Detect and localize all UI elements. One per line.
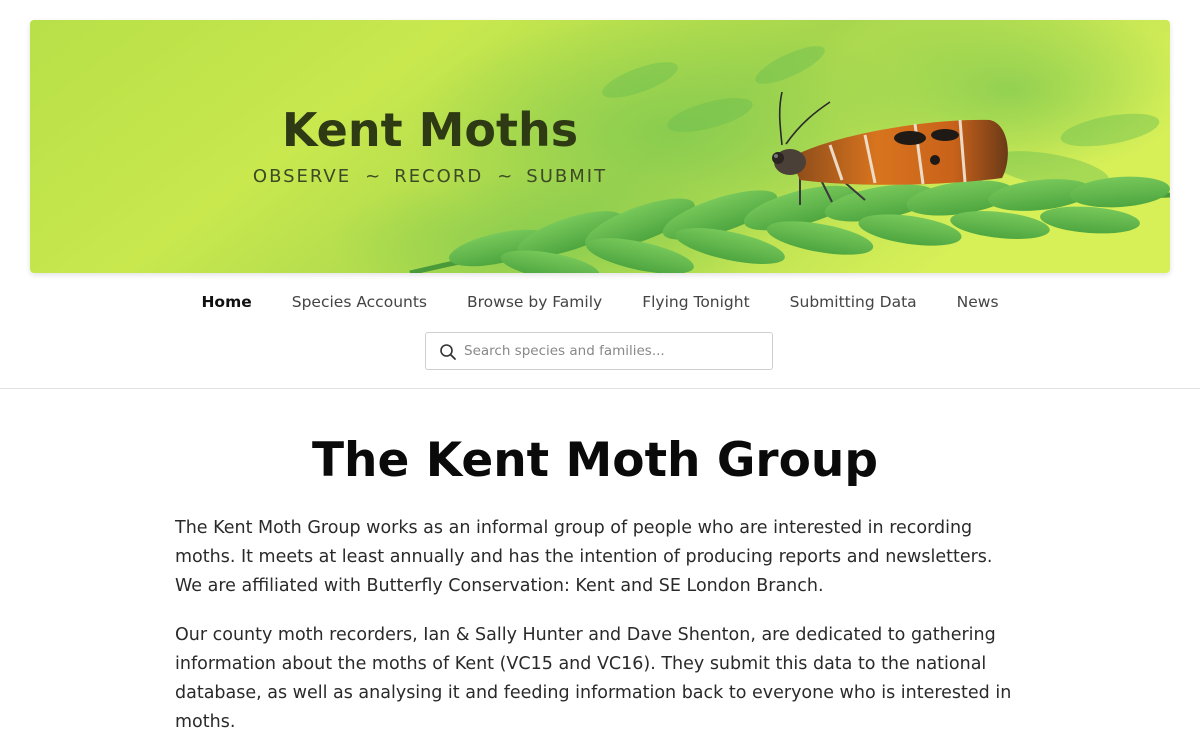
- site-brand: Kent Moths OBSERVE ~ RECORD ~ SUBMIT: [220, 100, 640, 187]
- site-header: Kent Moths OBSERVE ~ RECORD ~ SUBMIT Home Sp…: [0, 0, 1200, 389]
- main-content: The Kent Moth Group The Kent Moth Group …: [175, 430, 1035, 737]
- tagline-separator: ~: [365, 166, 381, 187]
- nav-news[interactable]: News: [937, 290, 1019, 316]
- search-input[interactable]: [464, 333, 764, 369]
- search-icon: [440, 344, 456, 360]
- hero-banner: Kent Moths OBSERVE ~ RECORD ~ SUBMIT: [30, 20, 1170, 273]
- site-title[interactable]: Kent Moths: [220, 100, 640, 160]
- nav-submitting-data[interactable]: Submitting Data: [770, 290, 937, 316]
- tagline-observe: OBSERVE: [252, 166, 352, 187]
- search-box: [425, 332, 773, 370]
- main-nav: Home Species Accounts Browse by Family F…: [0, 290, 1200, 316]
- tagline-separator: ~: [497, 166, 513, 187]
- tagline-submit: SUBMIT: [526, 166, 608, 187]
- recorders-paragraph: Our county moth recorders, Ian & Sally H…: [175, 625, 1012, 732]
- nav-browse-by-family[interactable]: Browse by Family: [447, 290, 622, 316]
- tagline-record: RECORD: [394, 166, 484, 187]
- page-title: The Kent Moth Group: [311, 433, 879, 488]
- nav-species-accounts[interactable]: Species Accounts: [272, 290, 447, 316]
- intro-paragraph: The Kent Moth Group works as an informal…: [175, 518, 993, 596]
- nav-home[interactable]: Home: [181, 290, 271, 316]
- nav-flying-tonight[interactable]: Flying Tonight: [622, 290, 769, 316]
- site-tagline: OBSERVE ~ RECORD ~ SUBMIT: [220, 166, 640, 187]
